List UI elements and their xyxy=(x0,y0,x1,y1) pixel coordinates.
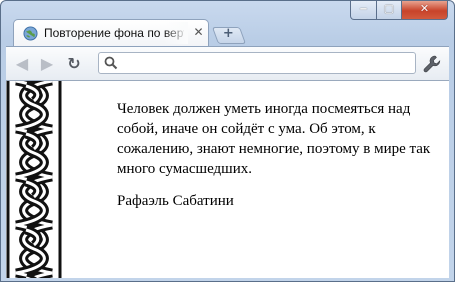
plus-icon: + xyxy=(222,26,234,41)
address-bar[interactable] xyxy=(98,52,416,74)
quote-author: Рафаэль Сабатини xyxy=(117,193,234,209)
close-icon[interactable]: ✕ xyxy=(192,26,205,39)
tab-title-fade xyxy=(164,22,188,44)
tab-title: Повторение фона по вертикали xyxy=(44,26,184,40)
window-close-icon: ✕ xyxy=(419,2,430,15)
browser-window: Повторение фона по вертикали ✕ + ‒ ▢ ✕ ◀… xyxy=(0,0,455,282)
maximize-icon: ▢ xyxy=(383,2,395,15)
search-icon xyxy=(104,56,118,70)
page-content: Человек должен уметь иногда посмеяться н… xyxy=(117,99,437,223)
browser-tab[interactable]: Повторение фона по вертикали ✕ xyxy=(13,19,209,47)
new-tab-button[interactable]: + xyxy=(211,26,247,44)
globe-icon xyxy=(23,26,38,41)
celtic-knot-border xyxy=(6,81,62,278)
window-close-button[interactable]: ✕ xyxy=(401,1,448,20)
maximize-button[interactable]: ▢ xyxy=(376,1,402,20)
back-arrow-icon[interactable]: ◀ xyxy=(13,55,31,73)
reload-icon[interactable]: ↻ xyxy=(65,55,83,73)
forward-arrow-icon[interactable]: ▶ xyxy=(38,55,56,73)
minimize-icon: ‒ xyxy=(359,2,368,15)
minimize-button[interactable]: ‒ xyxy=(350,1,377,20)
wrench-icon[interactable] xyxy=(422,54,442,74)
address-input[interactable] xyxy=(123,55,409,71)
page-viewport: Человек должен уметь иногда посмеяться н… xyxy=(6,80,449,278)
toolbar: ◀ ▶ ↻ xyxy=(6,46,449,80)
quote-paragraph: Человек должен уметь иногда посмеяться н… xyxy=(117,101,431,177)
